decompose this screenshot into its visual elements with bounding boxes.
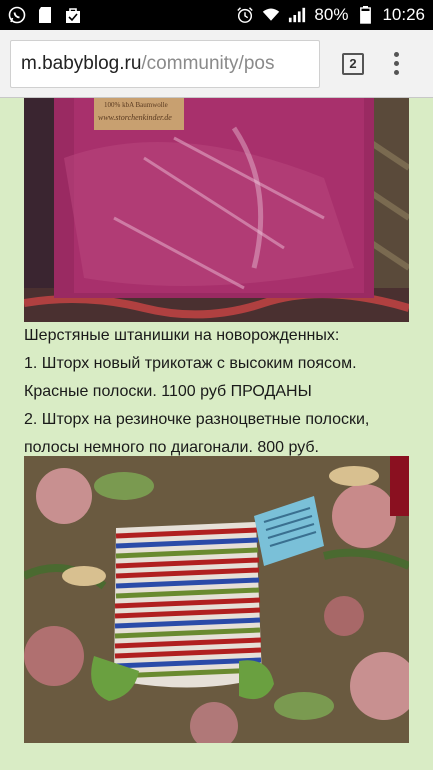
browser-toolbar: m.babyblog.ru/community/pos 2: [0, 30, 433, 98]
clock: 10:26: [382, 5, 425, 24]
battery-icon: [356, 6, 374, 24]
tag-line-2: www.storchenkinder.de: [98, 113, 172, 122]
post-text-line: 1. Шторх новый трикотаж с высоким поясом…: [24, 355, 357, 372]
wifi-icon: [262, 6, 280, 24]
tag-line-1: 100% kbA Baumwolle: [104, 101, 168, 109]
whatsapp-icon: [8, 6, 26, 24]
url-host: m.babyblog.ru: [21, 52, 142, 74]
address-bar[interactable]: m.babyblog.ru/community/pos: [10, 39, 320, 88]
post-photo-1[interactable]: 100% kbA Baumwolle www.storchenkinder.de: [24, 98, 409, 322]
post-photo-2[interactable]: [24, 456, 409, 743]
alarm-icon: [236, 6, 254, 24]
sd-card-icon: [36, 6, 54, 24]
post-text-line: 2. Шторх на резиночке разноцветные полос…: [24, 411, 370, 428]
overflow-menu-icon[interactable]: [394, 52, 399, 75]
page-content: 100% kbA Baumwolle www.storchenkinder.de…: [0, 98, 433, 770]
striped-pants: [91, 522, 274, 701]
post-text: Шерстяные штанишки на новорожденных: 1. …: [24, 322, 424, 462]
tab-switcher-button[interactable]: 2: [342, 52, 364, 75]
url-path: /community/pos: [141, 52, 275, 74]
battery-percentage: 80%: [314, 5, 349, 24]
shopping-bag-icon: [64, 6, 82, 24]
signal-icon: [288, 6, 306, 24]
post-text-line: Шерстяные штанишки на новорожденных:: [24, 327, 340, 344]
status-bar: 80% 10:26: [0, 0, 433, 30]
post-text-line: Красные полоски. 1100 руб ПРОДАНЫ: [24, 383, 312, 400]
